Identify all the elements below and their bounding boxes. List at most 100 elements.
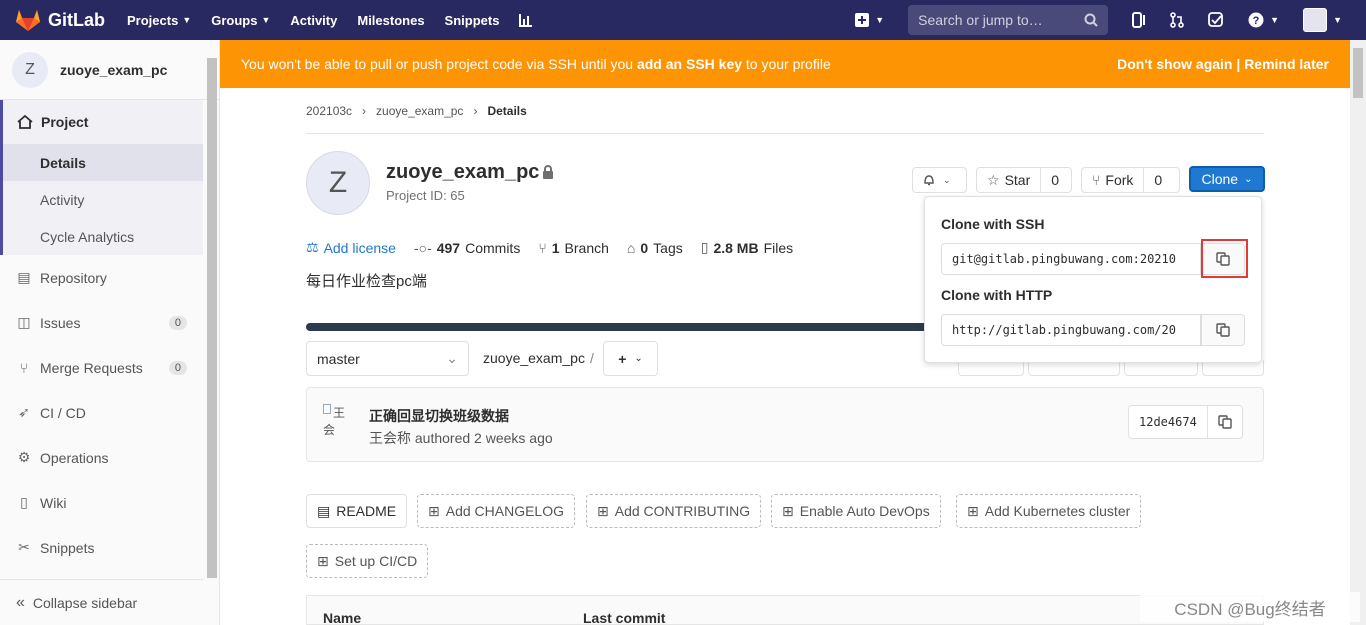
add-changelog-button[interactable]: ⊞ Add CHANGELOG [417,494,575,528]
sidebar-project-header[interactable]: Z zuoye_exam_pc [0,40,219,100]
copy-http-url-button[interactable] [1201,314,1245,346]
sidebar-scrollbar[interactable] [207,58,217,578]
gitlab-logo[interactable]: GitLab [16,9,127,31]
cloud-gear-icon: ⚙ [17,449,31,465]
star-segment[interactable]: ☆ Star [977,168,1040,192]
plus-icon: + [618,350,627,367]
sidebar-item-wiki[interactable]: ▯ Wiki [0,480,203,525]
files-size: 2.8 MB [713,239,759,256]
files-link[interactable]: ▯ 2.8 MB Files [701,239,793,256]
remind-later-link[interactable]: Remind later [1244,56,1329,72]
branches-link[interactable]: ⑂ 1 Branch [538,239,609,256]
add-license-link[interactable]: ⚖ Add license [306,239,396,256]
sidebar-subitem-cycle-analytics[interactable]: Cycle Analytics [3,218,203,255]
commits-link[interactable]: -○- 497 Commits [414,239,520,256]
double-chevron-left-icon: « [16,593,25,611]
book-icon: ▤ [17,269,31,285]
add-contributing-label: Add CONTRIBUTING [614,503,751,519]
chevron-down-icon: ⌄ [1244,173,1253,185]
breadcrumb-group[interactable]: 202103c [306,104,352,118]
enable-auto-devops-label: Enable Auto DevOps [799,503,930,519]
commits-count: 497 [436,239,461,256]
fork-segment[interactable]: ⑂ Fork [1082,168,1143,192]
commit-title[interactable]: 正确回显切换班级数据 [369,406,509,426]
sidebar-item-issues[interactable]: ◫ Issues 0 [0,300,203,345]
search-input[interactable]: Search or jump to… [908,5,1109,35]
breadcrumb-current: Details [487,104,527,118]
commit-author-avatar[interactable]: 王 会 [323,404,355,438]
tags-link[interactable]: ⌂ 0 Tags [627,239,683,256]
add-kubernetes-cluster-button[interactable]: ⊞ Add Kubernetes cluster [956,494,1142,528]
analytics-icon[interactable] [519,13,533,27]
project-id: Project ID: 65 [386,188,465,203]
sidebar-item-label: Snippets [40,539,95,556]
file-tree-table-header: Name Last commit [306,595,1264,625]
nav-snippets[interactable]: Snippets [445,13,500,28]
nav-milestones[interactable]: Milestones [357,13,424,28]
wiki-icon: ▯ [20,494,28,510]
help-icon[interactable]: ? ▼ [1248,12,1279,28]
page-scrollbar[interactable] [1350,40,1366,625]
commit-sha[interactable]: 12de4674 [1129,406,1208,438]
clone-ssh-label: Clone with SSH [941,216,1045,232]
add-ssh-key-link[interactable]: add an SSH key [637,56,742,72]
sidebar-toggle-icon[interactable] [1132,12,1146,28]
user-avatar-menu[interactable]: ▼ [1303,8,1342,32]
breadcrumb: 202103c › zuoye_exam_pc › Details [306,104,527,118]
todo-check-icon[interactable] [1208,12,1224,28]
set-up-ci-cd-button[interactable]: ⊞ Set up CI/CD [306,544,429,578]
merge-requests-count-badge: 0 [168,360,187,375]
sidebar-item-project[interactable]: Project [3,100,203,144]
bell-icon: ⌄ [913,168,961,192]
sidebar-item-label: Issues [40,314,81,331]
readme-button[interactable]: ▤ README [306,494,408,528]
clone-http-url-input[interactable]: http://gitlab.pingbuwang.com/20 [941,314,1201,346]
commits-label: Commits [465,239,521,256]
project-sidebar: Z zuoye_exam_pc Project Details Activity… [0,40,220,625]
merge-request-icon[interactable] [1170,12,1184,28]
nav-activity[interactable]: Activity [290,13,337,28]
sidebar-subitem-activity[interactable]: Activity [3,181,203,218]
divider [306,133,1264,134]
banner-text: You won't be able to pull or push projec… [241,56,637,72]
clone-button[interactable]: Clone ⌄ [1189,166,1265,192]
commit-time: authored 2 weeks ago [414,430,553,446]
sidebar-item-operations[interactable]: ⚙ Operations [0,435,203,480]
repo-path-link[interactable]: zuoye_exam_pc [483,350,585,366]
star-button[interactable]: ☆ Star 0 [976,167,1072,193]
nav-activity-label: Activity [290,12,338,28]
add-to-tree-button[interactable]: + ⌄ [603,341,658,376]
enable-auto-devops-button[interactable]: ⊞ Enable Auto DevOps [771,494,941,528]
nav-groups[interactable]: Groups ▼ [211,13,270,28]
fork-button[interactable]: ⑂ Fork 0 [1081,167,1180,193]
sidebar-item-merge-requests[interactable]: ⑂ Merge Requests 0 [0,345,203,390]
star-count[interactable]: 0 [1040,168,1069,192]
banner-text-after: to your profile [742,56,831,72]
add-license-label: Add license [323,239,396,256]
branch-select[interactable]: master ⌄ [306,341,469,376]
add-contributing-button[interactable]: ⊞ Add CONTRIBUTING [586,494,762,528]
banner-actions: Don't show again | Remind later [1117,56,1329,72]
breadcrumb-project[interactable]: zuoye_exam_pc [376,104,463,118]
sidebar-subitem-details[interactable]: Details [3,144,203,181]
notification-button[interactable]: ⌄ [912,167,967,193]
sidebar-item-repository[interactable]: ▤ Repository [0,255,203,300]
collapse-sidebar-label: Collapse sidebar [32,594,138,611]
new-item-icon[interactable]: ▼ [855,13,884,27]
search-icon [1084,13,1098,27]
sidebar-item-snippets[interactable]: ✂ Snippets [0,525,203,570]
page-scrollbar-thumb[interactable] [1353,48,1363,98]
nav-projects[interactable]: Projects ▼ [127,13,191,28]
brand-name: GitLab [48,9,105,30]
sidebar-item-ci-cd[interactable]: ➶ CI / CD [0,390,203,435]
commit-author[interactable]: 王会称 [369,430,411,446]
gitlab-fox-icon [16,10,40,31]
clone-label: Clone [1201,171,1239,187]
sidebar-project-section: Project Details Activity Cycle Analytics [0,100,203,255]
copy-sha-button[interactable] [1208,415,1242,429]
fork-count[interactable]: 0 [1143,168,1172,192]
chevron-down-icon: ⌄ [446,350,458,366]
dont-show-again-link[interactable]: Don't show again [1117,56,1232,72]
collapse-sidebar-button[interactable]: « Collapse sidebar [0,579,203,625]
clone-ssh-url-input[interactable]: git@gitlab.pingbuwang.com:20210 [941,243,1201,275]
